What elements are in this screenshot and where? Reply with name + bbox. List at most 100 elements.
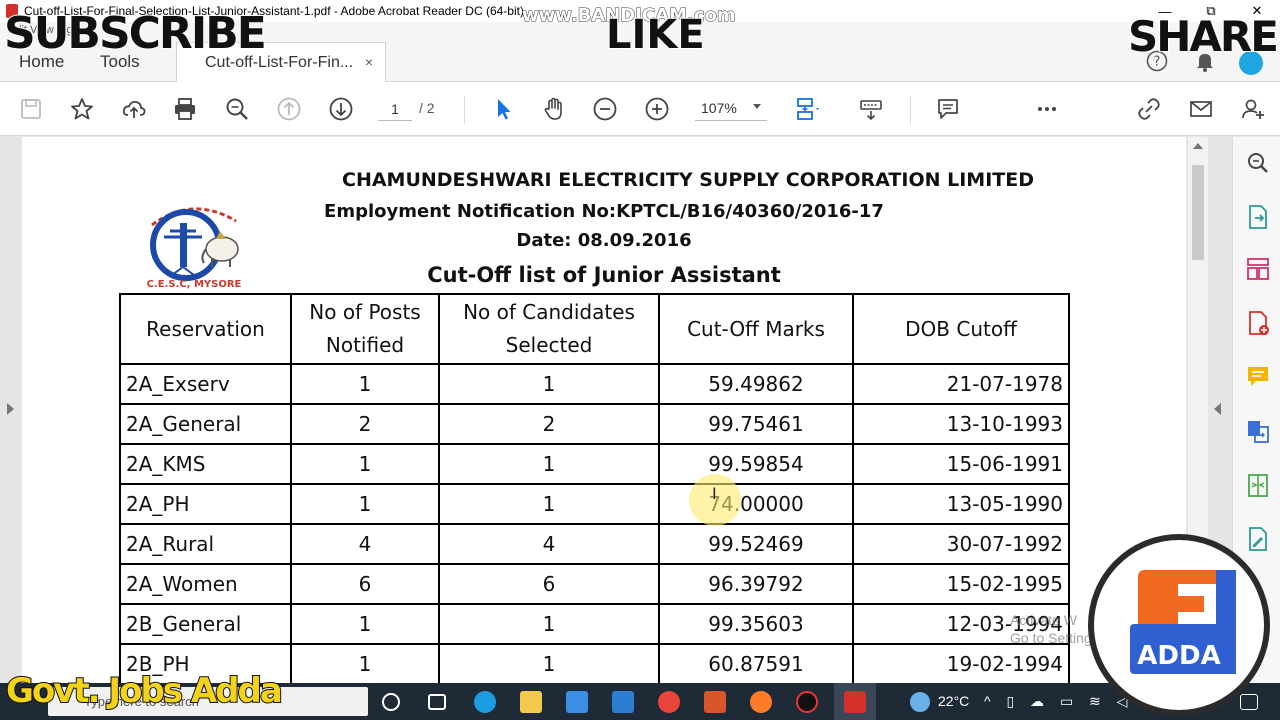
- zoom-level-dropdown[interactable]: 107%: [695, 97, 767, 121]
- document-viewport[interactable]: C.E.S.C, MYSORE CHAMUNDESHWARI ELECTRICI…: [0, 137, 1232, 683]
- cell-posts: 4: [290, 523, 440, 565]
- adda-logo-text: ADDA: [1137, 641, 1220, 671]
- scroll-up-icon[interactable]: [1193, 143, 1203, 149]
- like-overlay: LIKE: [605, 11, 706, 59]
- previous-page-icon[interactable]: [274, 94, 304, 124]
- table-row: 2A_Women 6 6 96.39792 15-02-1995: [119, 563, 1070, 605]
- temperature-readout[interactable]: 22°C: [938, 693, 969, 709]
- table-row: 2B_General 1 1 99.35603 12-03-1994: [119, 603, 1070, 645]
- cell-reservation: 2A_General: [119, 403, 292, 445]
- cell-selected: 6: [438, 563, 660, 605]
- toolbar-divider: [910, 96, 911, 124]
- weather-icon[interactable]: [910, 692, 930, 712]
- cell-selected: 1: [438, 363, 660, 405]
- text-cursor-icon: I: [712, 484, 717, 503]
- save-icon[interactable]: [16, 94, 46, 124]
- zoom-out-icon[interactable]: [590, 94, 620, 124]
- cell-selected: 2: [438, 403, 660, 445]
- organize-pages-icon[interactable]: [1244, 255, 1272, 283]
- export-pdf-icon[interactable]: [1244, 203, 1272, 231]
- page-number-input[interactable]: [378, 97, 412, 121]
- scrollbar-thumb[interactable]: [1192, 165, 1204, 260]
- cell-posts: 1: [290, 603, 440, 645]
- zoom-in-icon[interactable]: [642, 94, 672, 124]
- camera-app-icon[interactable]: [704, 691, 726, 713]
- chrome-icon[interactable]: [658, 691, 680, 713]
- toolbar-divider: [464, 96, 465, 124]
- cell-dob: 13-05-1990: [852, 483, 1070, 525]
- list-title: Cut-Off list of Junior Assistant: [427, 263, 781, 287]
- cell-marks: 99.52469: [658, 523, 854, 565]
- share-link-icon[interactable]: [1134, 94, 1164, 124]
- col-header-reservation: Reservation: [119, 293, 292, 365]
- combine-files-icon[interactable]: [1244, 417, 1272, 445]
- cell-reservation: 2A_KMS: [119, 443, 292, 485]
- cell-marks: 99.75461: [658, 403, 854, 445]
- cutoff-table: Reservation No of Posts Notified No of C…: [119, 293, 1070, 683]
- cell-selected: 4: [438, 523, 660, 565]
- cell-posts: 2: [290, 403, 440, 445]
- channel-name-overlay: Govt. Jobs Adda: [5, 670, 284, 712]
- firefox-icon[interactable]: [750, 691, 772, 713]
- add-user-icon[interactable]: [1238, 94, 1268, 124]
- zoom-search-icon[interactable]: [222, 94, 252, 124]
- next-page-icon[interactable]: [326, 94, 356, 124]
- close-tab-icon[interactable]: ×: [365, 54, 373, 70]
- cell-posts: 1: [290, 643, 440, 683]
- cell-posts: 1: [290, 363, 440, 405]
- adda-channel-logo: ADDA: [1088, 534, 1270, 716]
- bandicam-icon[interactable]: [796, 691, 818, 713]
- cell-dob: 15-02-1995: [852, 563, 1070, 605]
- store-icon[interactable]: [566, 691, 588, 713]
- cell-posts: 6: [290, 563, 440, 605]
- acrobat-taskbar-icon: [844, 691, 866, 713]
- fit-page-icon[interactable]: [791, 94, 821, 124]
- cell-marks: 59.49862: [658, 363, 854, 405]
- pdf-page: C.E.S.C, MYSORE CHAMUNDESHWARI ELECTRICI…: [22, 137, 1186, 683]
- cell-dob: 30-07-1992: [852, 523, 1070, 565]
- col-header-cutoff-marks: Cut-Off Marks: [658, 293, 854, 365]
- print-icon[interactable]: [170, 94, 200, 124]
- comment-tool-icon[interactable]: [1244, 363, 1272, 391]
- table-header-row: Reservation No of Posts Notified No of C…: [119, 293, 1070, 365]
- more-options-icon[interactable]: [1032, 94, 1062, 124]
- cell-reservation: 2A_PH: [119, 483, 292, 525]
- toolbar: / 2 107%: [0, 82, 1280, 136]
- cell-dob: 21-07-1978: [852, 363, 1070, 405]
- cell-marks: 99.35603: [658, 603, 854, 645]
- cloud-upload-icon[interactable]: [119, 94, 149, 124]
- select-cursor-icon[interactable]: [488, 94, 518, 124]
- expand-left-pane-icon[interactable]: [7, 403, 14, 415]
- bookmark-star-icon[interactable]: [67, 94, 97, 124]
- edge-icon[interactable]: [474, 691, 496, 713]
- subscribe-overlay: SUBSCRIBE: [3, 7, 268, 60]
- share-overlay: SHARE: [1127, 11, 1280, 62]
- hand-tool-icon[interactable]: [539, 94, 569, 124]
- search-tool-icon[interactable]: [1244, 149, 1272, 177]
- cell-reservation: 2B_General: [119, 603, 292, 645]
- collapse-right-pane-icon[interactable]: [1214, 403, 1221, 415]
- cell-dob: 19-02-1994: [852, 643, 1070, 683]
- table-row: 2A_Exserv 1 1 59.49862 21-07-1978: [119, 363, 1070, 405]
- compress-pdf-icon[interactable]: [1244, 471, 1272, 499]
- cortana-icon[interactable]: [382, 693, 400, 711]
- email-icon[interactable]: [1186, 94, 1216, 124]
- cell-reservation: 2A_Exserv: [119, 363, 292, 405]
- create-pdf-icon[interactable]: [1244, 309, 1272, 337]
- col-header-candidates-selected: No of Candidates Selected: [438, 293, 660, 365]
- cell-dob: 15-06-1991: [852, 443, 1070, 485]
- cell-posts: 1: [290, 483, 440, 525]
- cell-reservation: 2A_Rural: [119, 523, 292, 565]
- col-header-posts-notified: No of Posts Notified: [290, 293, 440, 365]
- table-row: 2A_KMS 1 1 99.59854 15-06-1991: [119, 443, 1070, 485]
- task-view-icon[interactable]: [428, 694, 446, 710]
- acrobat-taskbar-button[interactable]: [834, 683, 876, 720]
- mail-icon[interactable]: [612, 691, 634, 713]
- left-navigation-rail: [0, 137, 20, 683]
- comment-icon[interactable]: [933, 94, 963, 124]
- file-explorer-icon[interactable]: [520, 691, 542, 713]
- cell-marks: 74.00000: [658, 483, 854, 525]
- keyboard-scroll-icon[interactable]: [856, 94, 886, 124]
- cell-marks: 60.87591: [658, 643, 854, 683]
- cell-posts: 1: [290, 443, 440, 485]
